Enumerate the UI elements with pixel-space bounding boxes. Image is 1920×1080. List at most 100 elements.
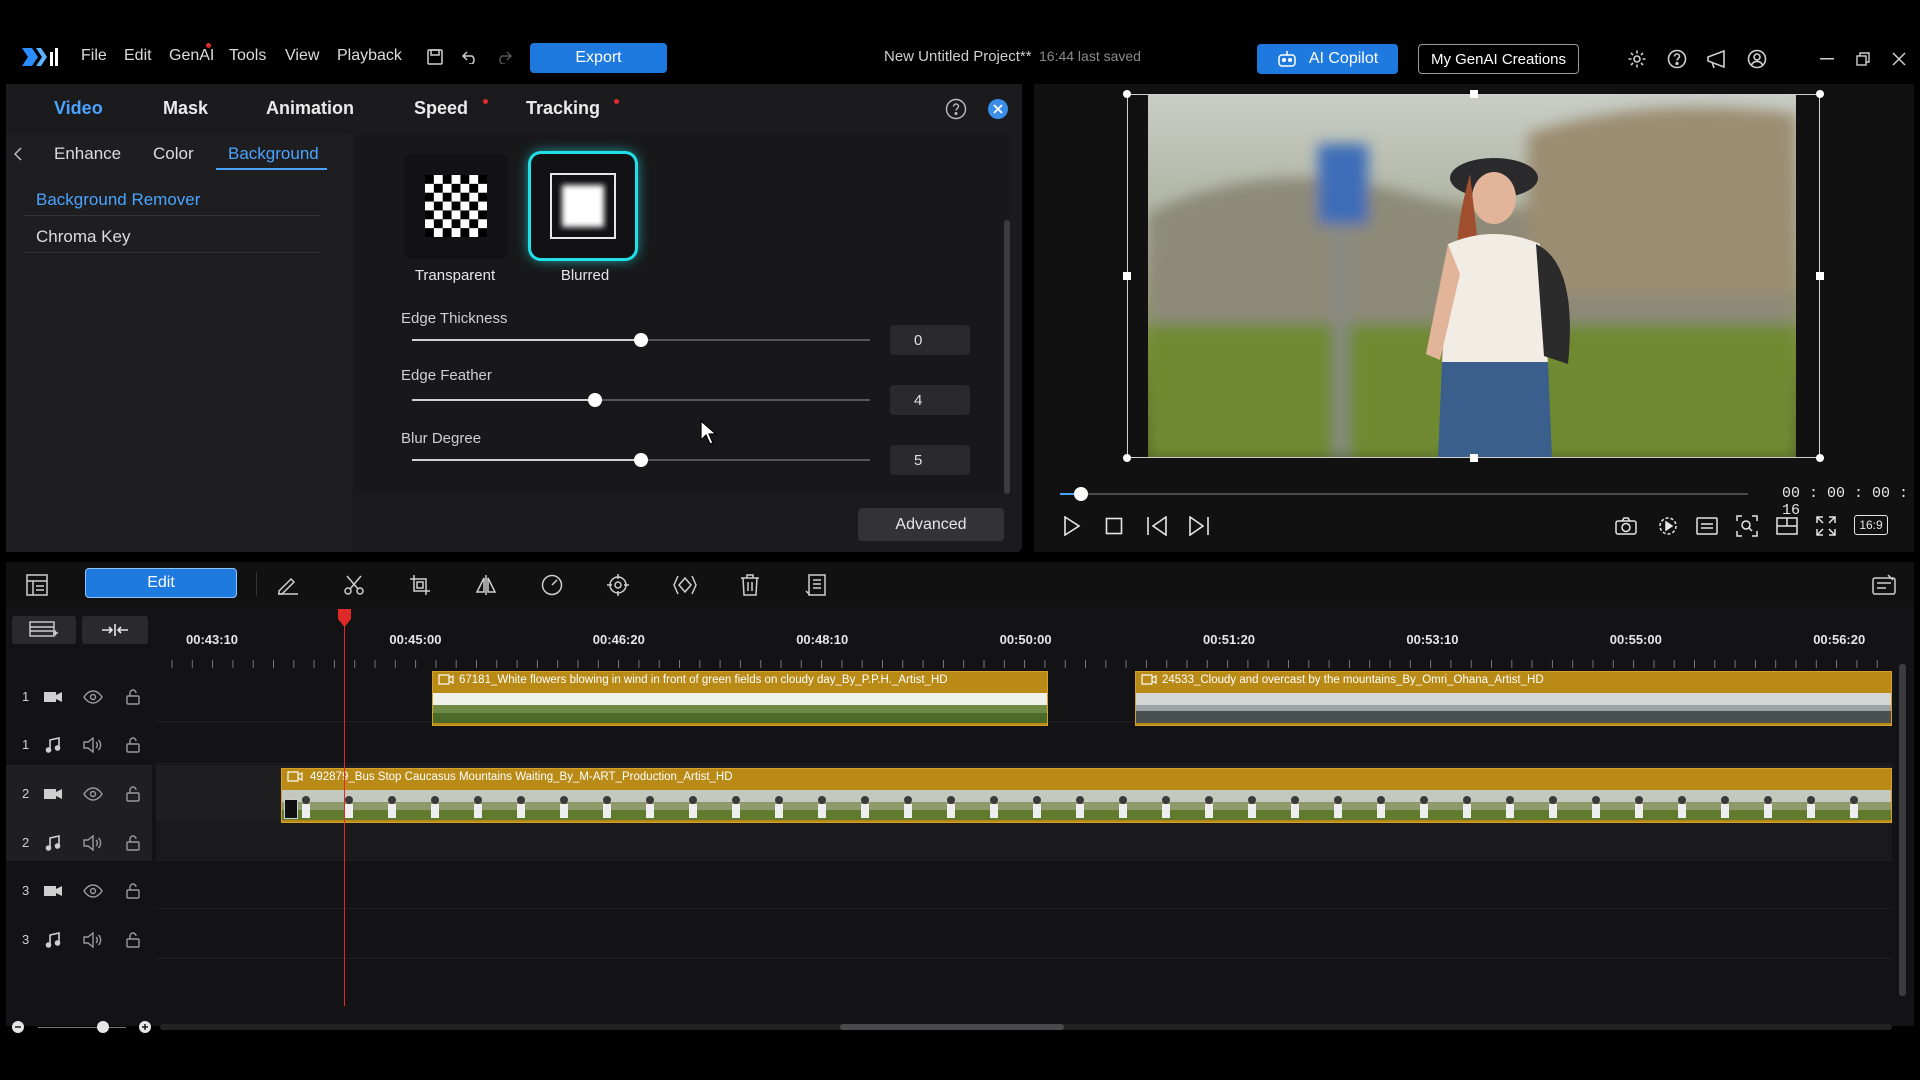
account-user-icon[interactable] [1744,46,1770,72]
lock-track-icon[interactable] [122,833,144,853]
video-track-3[interactable] [156,861,1892,909]
zoom-preview-icon[interactable] [1734,514,1760,538]
edge-thickness-knob[interactable] [634,333,648,347]
visibility-eye-icon[interactable] [82,784,104,804]
lock-track-icon[interactable] [122,930,144,950]
mute-speaker-icon[interactable] [82,930,104,950]
speed-gauge-icon[interactable] [539,572,565,598]
keyframe-icon[interactable] [671,572,699,598]
timeline-settings-icon[interactable] [1870,572,1898,598]
split-scissors-icon[interactable] [341,572,367,598]
tab-speed[interactable]: Speed [414,98,468,119]
resize-handle[interactable] [1123,454,1131,462]
render-preview-icon[interactable] [1655,514,1681,538]
panel-close-icon[interactable] [986,97,1010,121]
zoom-slider-knob[interactable] [97,1021,109,1033]
media-library-icon[interactable] [24,572,50,598]
lock-track-icon[interactable] [122,687,144,707]
crop-icon[interactable] [407,572,433,598]
scrollbar-thumb[interactable] [840,1024,1064,1030]
menu-file[interactable]: File [81,47,107,65]
subtitle-icon[interactable] [1694,514,1720,538]
video-clip-mountains[interactable]: 24533_Cloudy and overcast by the mountai… [1135,671,1892,726]
subtab-background[interactable]: Background [228,144,319,164]
option-transparent-tile[interactable] [404,154,508,258]
mute-speaker-icon[interactable] [82,833,104,853]
menu-edit[interactable]: Edit [124,47,152,65]
help-icon[interactable] [1664,46,1690,72]
zoom-slider[interactable] [38,1027,126,1028]
flip-icon[interactable] [473,572,499,598]
panel-scrollbar[interactable] [1004,220,1010,494]
tab-video[interactable]: Video [54,98,103,119]
edit-mode-button[interactable]: Edit [85,568,237,598]
preview-scrub-bar[interactable] [1060,493,1748,495]
transform-bounding-box[interactable] [1127,94,1820,458]
zoom-in-icon[interactable] [137,1019,153,1035]
mute-speaker-icon[interactable] [82,735,104,755]
redo-icon[interactable] [492,46,516,68]
list-item-background-remover[interactable]: Background Remover [36,190,200,210]
subtab-color[interactable]: Color [153,144,194,164]
menu-genai[interactable]: GenAI [169,47,214,65]
subtab-enhance[interactable]: Enhance [54,144,121,164]
video-clip-flowers[interactable]: 67181_White flowers blowing in wind in f… [432,671,1048,726]
next-frame-icon[interactable] [1186,514,1212,538]
tab-mask[interactable]: Mask [163,98,208,119]
undo-icon[interactable] [458,46,482,68]
stop-icon[interactable] [1102,514,1126,538]
add-track-button[interactable] [12,616,76,644]
ai-copilot-button[interactable]: AI Copilot [1257,44,1398,74]
close-window-icon[interactable] [1888,48,1910,70]
preview-scrub-knob[interactable] [1073,487,1088,501]
menu-view[interactable]: View [285,47,319,65]
tab-animation[interactable]: Animation [266,98,354,119]
list-item-chroma-key[interactable]: Chroma Key [36,227,130,247]
settings-gear-icon[interactable] [1624,46,1650,72]
play-icon[interactable] [1060,514,1084,538]
advanced-button[interactable]: Advanced [858,508,1004,541]
resize-handle[interactable] [1816,90,1824,98]
my-genai-creations-button[interactable]: My GenAI Creations [1418,44,1579,74]
lock-track-icon[interactable] [122,881,144,901]
lock-track-icon[interactable] [122,784,144,804]
back-chevron-icon[interactable] [10,144,26,164]
edge-thickness-value[interactable]: 0 [890,325,970,355]
grid-layout-icon[interactable] [1774,514,1800,538]
more-tools-icon[interactable] [803,572,829,598]
resize-handle[interactable] [1123,90,1131,98]
restore-window-icon[interactable] [1852,48,1874,70]
lock-track-icon[interactable] [122,735,144,755]
resize-handle[interactable] [1470,454,1478,462]
menu-tools[interactable]: Tools [229,47,266,65]
fullscreen-icon[interactable] [1813,514,1839,538]
edge-feather-slider[interactable] [412,399,870,401]
motion-tracking-icon[interactable] [605,572,631,598]
resize-handle[interactable] [1123,272,1131,280]
export-button[interactable]: Export [530,43,667,73]
minimize-icon[interactable] [1816,48,1838,70]
timeline-vertical-scrollbar[interactable] [1899,664,1906,996]
edge-feather-value[interactable]: 4 [890,385,970,415]
tab-tracking[interactable]: Tracking [526,98,600,119]
announcement-megaphone-icon[interactable] [1704,46,1730,72]
aspect-ratio-button[interactable]: 16:9 [1854,515,1888,535]
panel-help-icon[interactable] [944,97,968,121]
zoom-out-icon[interactable] [10,1019,26,1035]
resize-handle[interactable] [1816,272,1824,280]
visibility-eye-icon[interactable] [82,881,104,901]
resize-handle[interactable] [1470,90,1478,98]
audio-track-1[interactable] [156,722,1892,764]
audio-track-2[interactable] [156,821,1892,861]
audio-track-3[interactable] [156,909,1892,959]
pen-edit-icon[interactable] [275,572,301,598]
save-icon[interactable] [423,46,447,68]
video-clip-bus-stop[interactable]: 492879_Bus Stop Caucasus Mountains Waiti… [281,768,1892,823]
delete-trash-icon[interactable] [737,572,763,598]
menu-playback[interactable]: Playback [337,47,402,65]
blur-degree-value[interactable]: 5 [890,445,970,475]
playhead-marker-icon[interactable] [337,608,352,628]
snapshot-camera-icon[interactable] [1613,514,1639,538]
fit-timeline-button[interactable] [82,616,148,644]
resize-handle[interactable] [1816,454,1824,462]
